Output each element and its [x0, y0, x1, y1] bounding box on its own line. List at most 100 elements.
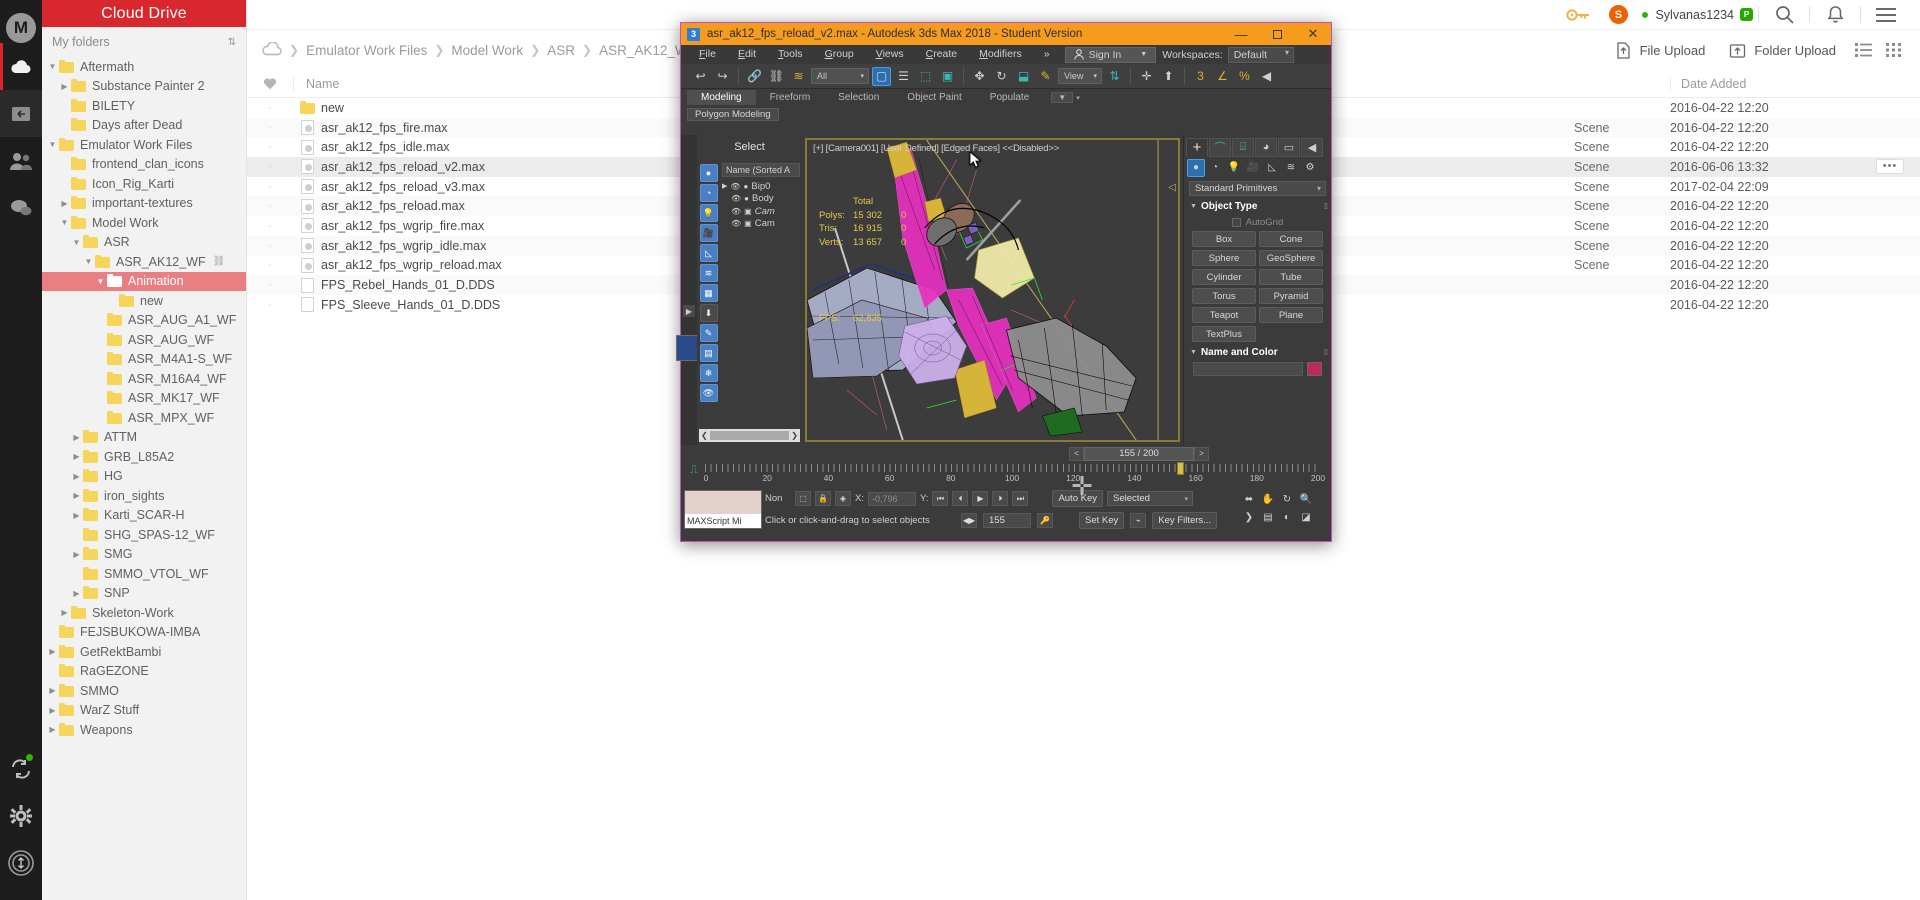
tree-item-grb-l85a2[interactable]: ▶ GRB_L85A2: [42, 447, 246, 467]
caret-collapsed-icon[interactable]: ▶: [70, 550, 83, 559]
list-view-icon[interactable]: [1850, 37, 1876, 63]
key-mode-big-plus-icon[interactable]: ✛: [1069, 471, 1095, 501]
object-color-swatch[interactable]: [1307, 362, 1322, 376]
select-and-scale-button[interactable]: ⬓: [1014, 67, 1033, 86]
tree-item-snp[interactable]: ▶ SNP: [42, 584, 246, 604]
display-xrefs-icon[interactable]: ⬇: [699, 304, 718, 322]
scene-node-row[interactable]: ▶ 👁 ● Bip0: [720, 180, 802, 193]
row-favourite-icon[interactable]: ·: [247, 122, 293, 134]
rail-item-settings[interactable]: [0, 792, 42, 839]
caret-expanded-icon[interactable]: ▼: [58, 218, 71, 227]
caret-collapsed-icon[interactable]: ▶: [70, 491, 83, 500]
sort-toggle-icon[interactable]: ⇅: [228, 37, 236, 48]
close-button[interactable]: ✕: [1295, 23, 1331, 45]
row-favourite-icon[interactable]: ·: [247, 102, 293, 114]
menu-views[interactable]: Views: [865, 45, 915, 64]
row-favourite-icon[interactable]: ·: [247, 220, 293, 232]
display-shapes-icon[interactable]: ◔: [699, 184, 718, 202]
caret-expanded-icon[interactable]: ▼: [94, 277, 107, 286]
caret-expanded-icon[interactable]: ▼: [46, 140, 59, 149]
select-and-link-button[interactable]: 🔗: [745, 67, 764, 86]
maximize-button[interactable]: [1259, 23, 1295, 45]
grid-view-icon[interactable]: [1880, 37, 1906, 63]
ribbon-tab-modeling[interactable]: Modeling: [687, 90, 756, 105]
play-animation-button[interactable]: ▶: [972, 491, 989, 506]
maxscript-input[interactable]: MAXScript Mi: [685, 514, 761, 528]
search-icon[interactable]: [1764, 0, 1804, 30]
name-and-color-header[interactable]: ▼ Name and Color ⁞⁞: [1188, 347, 1328, 358]
caret-collapsed-icon[interactable]: ▶: [70, 589, 83, 598]
ribbon-tab-freeform[interactable]: Freeform: [756, 90, 825, 105]
tree-item-asr-mpx-wf[interactable]: ASR_MPX_WF: [42, 408, 246, 428]
expand-panel-arrow-icon[interactable]: ▶: [683, 305, 695, 317]
tree-item-asr-aug-wf[interactable]: ASR_AUG_WF: [42, 330, 246, 350]
create-tab[interactable]: +: [1186, 137, 1208, 157]
3dsmax-titlebar[interactable]: 3 asr_ak12_fps_reload_v2.max - Autodesk …: [681, 23, 1331, 45]
autogrid-row[interactable]: AutoGrid: [1188, 217, 1327, 228]
tree-item-asr-ak12-wf[interactable]: ▼ ASR_AK12_WF ⛓: [42, 252, 246, 272]
caret-collapsed-icon[interactable]: ▶: [58, 199, 71, 208]
tree-item-shg-spas-12-wf[interactable]: SHG_SPAS-12_WF: [42, 525, 246, 545]
systems-icon[interactable]: ⚙: [1301, 159, 1319, 177]
scroll-thumb[interactable]: [709, 431, 790, 440]
caret-collapsed-icon[interactable]: ▶: [46, 647, 59, 656]
row-favourite-icon[interactable]: ·: [247, 141, 293, 153]
tree-item-iron-sights[interactable]: ▶ iron_sights: [42, 486, 246, 506]
maximize-viewport-toggle-icon[interactable]: ◪: [1298, 510, 1314, 525]
scene-node-row[interactable]: 👁 ▣ Cam: [720, 205, 802, 218]
display-bones-icon[interactable]: ✎: [699, 324, 718, 342]
display-tab[interactable]: ▭: [1278, 137, 1300, 157]
object-name-input[interactable]: [1193, 362, 1303, 376]
tree-item-karti-scar-h[interactable]: ▶ Karti_SCAR-H: [42, 506, 246, 526]
tree-item-fejsbukowa-imba[interactable]: FEJSBUKOWA-IMBA: [42, 623, 246, 643]
caret-collapsed-icon[interactable]: ▶: [70, 433, 83, 442]
rail-item-incoming-shares[interactable]: [0, 90, 42, 137]
visibility-eye-icon[interactable]: 👁: [731, 207, 741, 216]
shapes-icon[interactable]: ◔: [1206, 159, 1224, 177]
camera001-viewport[interactable]: [+] [Camera001] [User Defined] [Edged Fa…: [805, 138, 1180, 442]
scene-node-row[interactable]: 👁 ▣ Cam: [720, 218, 802, 231]
display-lights-icon[interactable]: 💡: [699, 204, 718, 222]
maxscript-mini-listener[interactable]: MAXScript Mi: [684, 490, 762, 529]
selection-lock-region-icon[interactable]: ⬚: [795, 491, 811, 506]
display-helpers-icon[interactable]: ◺: [699, 244, 718, 262]
ribbon-tab-object-paint[interactable]: Object Paint: [893, 90, 975, 105]
menu-modifiers[interactable]: Modifiers: [968, 45, 1033, 64]
visibility-eye-icon[interactable]: 👁: [730, 182, 740, 191]
selection-filter-dropdown[interactable]: All: [811, 68, 869, 84]
create-tube-button[interactable]: Tube: [1259, 269, 1323, 285]
percent-snap-toggle-button[interactable]: %: [1235, 67, 1254, 86]
snaps-toggle-3d-button[interactable]: 3: [1191, 67, 1210, 86]
tree-item-ragezone[interactable]: RaGEZONE: [42, 662, 246, 682]
caret-collapsed-icon[interactable]: ▶: [70, 452, 83, 461]
tree-item-asr-aug-a1-wf[interactable]: ASR_AUG_A1_WF: [42, 311, 246, 331]
scene-node-row[interactable]: 👁 ● Body: [720, 193, 802, 206]
select-and-manipulate-button[interactable]: ✛: [1137, 67, 1156, 86]
menu-group[interactable]: Group: [814, 45, 865, 64]
tree-item-asr-m4a1-s-wf[interactable]: ASR_M4A1-S_WF: [42, 350, 246, 370]
breadcrumb-item-model-work[interactable]: Model Work: [444, 43, 530, 58]
create-geosphere-button[interactable]: GeoSphere: [1259, 250, 1323, 266]
selection-lock-toggle-icon[interactable]: 🔒: [815, 491, 831, 506]
visibility-eye-icon[interactable]: 👁: [731, 194, 741, 203]
caret-collapsed-icon[interactable]: ▶: [46, 706, 59, 715]
caret-collapsed-icon[interactable]: ▶: [58, 82, 71, 91]
tree-item-hg[interactable]: ▶ HG: [42, 467, 246, 487]
visibility-eye-icon[interactable]: 👁: [731, 219, 741, 228]
unlink-selection-button[interactable]: ⛓: [767, 67, 786, 86]
hierarchy-tab[interactable]: ⌸: [1232, 137, 1254, 157]
notifications-icon[interactable]: [1815, 0, 1855, 30]
create-torus-button[interactable]: Torus: [1192, 288, 1256, 304]
ribbon-tab-populate[interactable]: Populate: [976, 90, 1043, 105]
breadcrumb-home[interactable]: [255, 40, 289, 59]
current-frame-field[interactable]: 155: [983, 513, 1031, 528]
tree-item-frontend-clan-icons[interactable]: frontend_clan_icons: [42, 155, 246, 175]
row-favourite-icon[interactable]: ·: [247, 240, 293, 252]
caret-collapsed-icon[interactable]: ▶: [70, 511, 83, 520]
select-and-move-button[interactable]: ✥: [970, 67, 989, 86]
column-favourite[interactable]: [247, 77, 293, 90]
create-teapot-button[interactable]: Teapot: [1192, 307, 1256, 323]
tree-item-bilety[interactable]: BILETY: [42, 96, 246, 116]
primitive-category-dropdown[interactable]: Standard Primitives: [1189, 181, 1326, 196]
utilities-tab[interactable]: ◀: [1301, 137, 1323, 157]
